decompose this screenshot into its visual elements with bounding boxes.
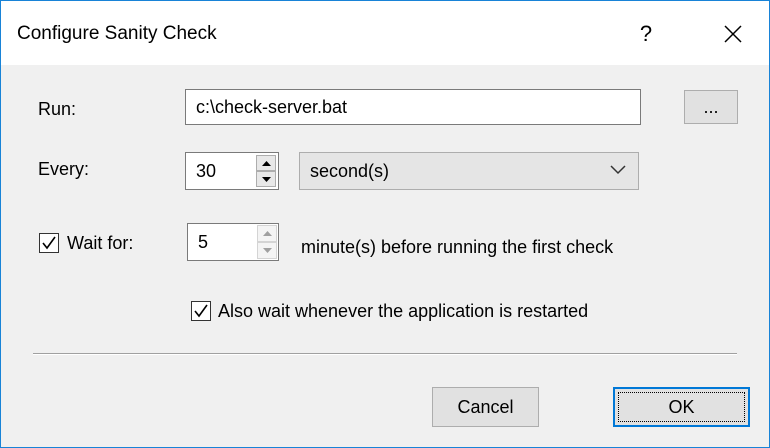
wait-for-increment-button[interactable] [257,225,277,242]
chevron-down-icon [610,165,626,175]
wait-for-suffix: minute(s) before running the first check [301,237,614,257]
run-label: Run: [38,99,77,119]
every-label: Every: [38,159,90,179]
triangle-up-icon [261,160,271,166]
wait-for-stepper-arrows-wrapper [187,223,279,261]
checkmark-icon [194,304,208,318]
help-label: ? [639,21,653,46]
every-decrement-button[interactable] [256,171,276,187]
wait-for-decrement-button[interactable] [257,242,277,259]
triangle-down-icon [262,248,272,253]
wait-for-checkbox[interactable] [39,233,59,253]
run-path-value: c:\check-server.bat [196,96,348,117]
every-increment-button[interactable] [256,155,276,171]
cancel-label: Cancel [457,396,514,417]
browse-button[interactable]: ... [684,90,738,124]
also-wait-label[interactable]: Also wait whenever the application is re… [218,301,588,322]
wait-for-label[interactable]: Wait for: [67,233,133,254]
run-path-input[interactable]: c:\check-server.bat [185,89,641,125]
dialog-title: Configure Sanity Check [17,23,217,44]
every-interval-value: 30 [196,160,217,181]
configure-sanity-check-dialog: Configure Sanity Check ? Run: c:\check-s… [0,0,770,448]
ok-button[interactable]: OK [613,387,750,427]
interval-unit-value: second(s) [310,160,390,181]
help-button[interactable]: ? [621,15,671,53]
checkmark-icon [42,236,56,250]
browse-label: ... [703,96,719,117]
close-icon [724,25,742,43]
triangle-down-icon [261,176,271,182]
separator [33,353,737,355]
close-button[interactable] [705,15,761,53]
title-bar: Configure Sanity Check ? [1,1,769,65]
focus-rectangle [618,392,745,422]
interval-unit-dropdown[interactable]: second(s) [299,152,639,190]
cancel-button[interactable]: Cancel [432,387,539,427]
every-stepper-arrows [256,155,276,187]
also-wait-checkbox[interactable] [191,301,211,321]
wait-for-stepper-arrows [257,225,277,259]
every-interval-stepper[interactable]: 30 [185,152,279,190]
triangle-up-icon [262,231,272,236]
